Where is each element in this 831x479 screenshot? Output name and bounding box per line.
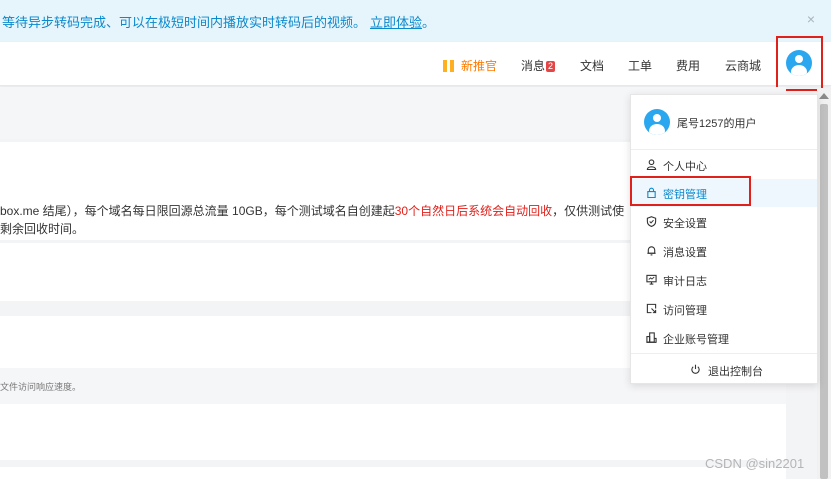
avatar-button[interactable] xyxy=(776,36,823,91)
info-line-1: box.me 结尾），每个域名每日限回源总流量 10GB，每个测试域名自创建起3… xyxy=(0,202,624,219)
gift-icon xyxy=(443,60,454,72)
nav-billing[interactable]: 费用 xyxy=(676,57,700,74)
menu-item-message-settings[interactable]: 消息设置 xyxy=(631,237,817,265)
info-line-1-warning: 30个自然日后系统会自动回收 xyxy=(394,204,553,218)
avatar-icon xyxy=(786,50,812,76)
menu-item-label: 审计日志 xyxy=(663,276,707,288)
top-navbar: 新推官 消息 2 文档 工单 费用 云商城 xyxy=(0,42,831,86)
menu-item-enterprise-account[interactable]: 企业账号管理 xyxy=(631,324,817,352)
menu-item-label: 企业账号管理 xyxy=(663,334,729,346)
blank-card-4 xyxy=(0,467,786,479)
nav-marketplace[interactable]: 云商城 xyxy=(725,57,761,74)
nav-messages[interactable]: 消息 2 xyxy=(521,57,556,74)
notice-text: 等待异步转码完成、可以在极短时间内播放实时转码后的视频。 xyxy=(2,14,367,30)
nav-docs[interactable]: 文档 xyxy=(580,57,604,74)
nav-promo-label: 新推官 xyxy=(461,59,498,73)
user-avatar-icon xyxy=(644,109,670,135)
username: 尾号1257的用户 xyxy=(677,118,757,130)
bell-icon xyxy=(647,246,656,256)
scroll-up-icon[interactable] xyxy=(819,93,829,99)
scrollbar-thumb[interactable] xyxy=(820,104,828,479)
menu-item-label: 消息设置 xyxy=(663,247,707,259)
menu-item-label: 安全设置 xyxy=(663,218,707,230)
access-icon xyxy=(646,303,657,314)
menu-item-label: 密钥管理 xyxy=(663,189,707,201)
menu-item-security-settings[interactable]: 安全设置 xyxy=(631,208,817,236)
message-count-badge: 2 xyxy=(546,61,556,72)
menu-item-label: 个人中心 xyxy=(663,161,707,173)
menu-item-key-management[interactable]: 密钥管理 xyxy=(631,179,817,207)
monitor-icon xyxy=(646,274,657,285)
nav-messages-label: 消息 xyxy=(521,59,546,73)
info-line-1-prefix: box.me 结尾），每个域名每日限回源总流量 10GB，每个测试域名自创建起 xyxy=(0,204,395,218)
building-icon xyxy=(646,332,657,343)
shield-icon xyxy=(646,216,657,227)
user-info: 尾号1257的用户 xyxy=(631,95,817,150)
logout-label: 退出控制台 xyxy=(708,366,763,378)
info-line-1-suffix: ，仅供测试使 xyxy=(552,204,625,218)
menu-item-personal-center[interactable]: 个人中心 xyxy=(631,151,817,179)
nav-promo[interactable]: 新推官 xyxy=(443,57,497,74)
power-icon xyxy=(691,364,700,374)
user-dropdown-menu: 尾号1257的用户 个人中心 密钥管理 安全设置 消息设置 审计日志 访问管理 … xyxy=(630,94,818,384)
try-now-link[interactable]: 立即体验 xyxy=(370,12,422,31)
blank-card-3 xyxy=(0,404,786,460)
lock-icon xyxy=(647,187,656,198)
info-line-2: 剩余回收时间。 xyxy=(0,222,85,236)
nav-tickets[interactable]: 工单 xyxy=(628,57,652,74)
note-text: 文件访问响应速度。 xyxy=(0,382,82,392)
menu-item-label: 访问管理 xyxy=(663,305,707,317)
menu-item-access-management[interactable]: 访问管理 xyxy=(631,295,817,323)
watermark: CSDN @sin2201 xyxy=(705,456,805,471)
menu-item-audit-log[interactable]: 审计日志 xyxy=(631,266,817,294)
logout-button[interactable]: 退出控制台 xyxy=(631,353,817,384)
close-icon[interactable]: × xyxy=(807,11,815,27)
notice-suffix: 。 xyxy=(422,14,436,30)
notice-bar: 等待异步转码完成、可以在极短时间内播放实时转码后的视频。 立即体验。 × xyxy=(0,0,831,42)
user-icon xyxy=(646,159,657,170)
